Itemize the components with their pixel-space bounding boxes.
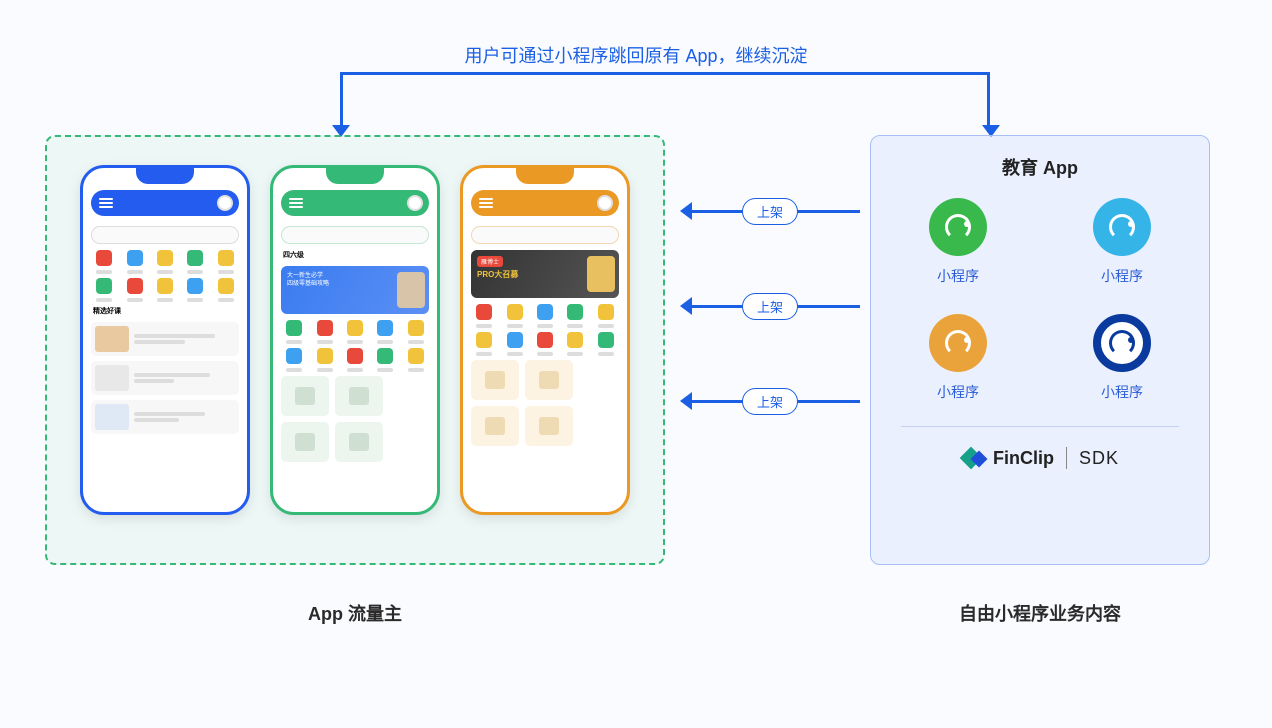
right-panel-title: 教育 App (891, 154, 1189, 180)
avatar-icon (217, 195, 233, 211)
separator (1066, 447, 1067, 469)
miniprogram-icon (1093, 314, 1151, 372)
search-bar (91, 226, 239, 244)
menu-icon (289, 198, 303, 208)
tab-label: 四六级 (283, 250, 427, 260)
right-caption: 自由小程序业务内容 (870, 600, 1210, 626)
phone-mockup-orange: 雁博士 PRO大召募 (460, 165, 630, 515)
miniprogram-item: 小程序 (1093, 314, 1151, 402)
miniprogram-icon (929, 314, 987, 372)
miniprogram-label: 小程序 (1101, 266, 1143, 286)
miniprogram-item: 小程序 (1093, 198, 1151, 286)
miniprogram-label: 小程序 (937, 382, 979, 402)
publish-arrow: 上架 (680, 290, 860, 322)
finclip-logo-icon (961, 445, 987, 471)
publish-arrow: 上架 (680, 195, 860, 227)
avatar-icon (597, 195, 613, 211)
finclip-logo-text: FinClip (993, 448, 1054, 469)
connector-top (340, 72, 990, 132)
promo-banner: 雁博士 PRO大召募 (471, 250, 619, 298)
finclip-logo: FinClip (961, 445, 1054, 471)
publish-arrow: 上架 (680, 385, 860, 417)
miniprogram-item: 小程序 (929, 198, 987, 286)
miniprogram-label: 小程序 (1101, 382, 1143, 402)
left-caption: App 流量主 (45, 600, 665, 626)
avatar-icon (407, 195, 423, 211)
miniprogram-item: 小程序 (929, 314, 987, 402)
sdk-brand-row: FinClip SDK (891, 445, 1189, 471)
publish-label: 上架 (742, 388, 798, 415)
miniprogram-label: 小程序 (937, 266, 979, 286)
divider (901, 426, 1179, 427)
section-title: 精选好课 (93, 306, 237, 316)
publish-label: 上架 (742, 198, 798, 225)
menu-icon (99, 198, 113, 208)
promo-banner: 大一新生必学 四级零基础攻略 (281, 266, 429, 314)
left-panel-app-owners: 精选好课 四六级 大一新生必学 四级零基础攻略 (45, 135, 665, 565)
top-callout: 用户可通过小程序跳回原有 App，继续沉淀 (464, 42, 807, 68)
publish-label: 上架 (742, 293, 798, 320)
menu-icon (479, 198, 493, 208)
sdk-label: SDK (1079, 448, 1119, 469)
phone-mockup-green: 四六级 大一新生必学 四级零基础攻略 (270, 165, 440, 515)
search-bar (281, 226, 429, 244)
search-bar (471, 226, 619, 244)
right-panel-education-app: 教育 App 小程序 小程序 小程序 小程序 FinClip SDK (870, 135, 1210, 565)
phone-mockup-blue: 精选好课 (80, 165, 250, 515)
miniprogram-icon (1093, 198, 1151, 256)
miniprogram-icon (929, 198, 987, 256)
